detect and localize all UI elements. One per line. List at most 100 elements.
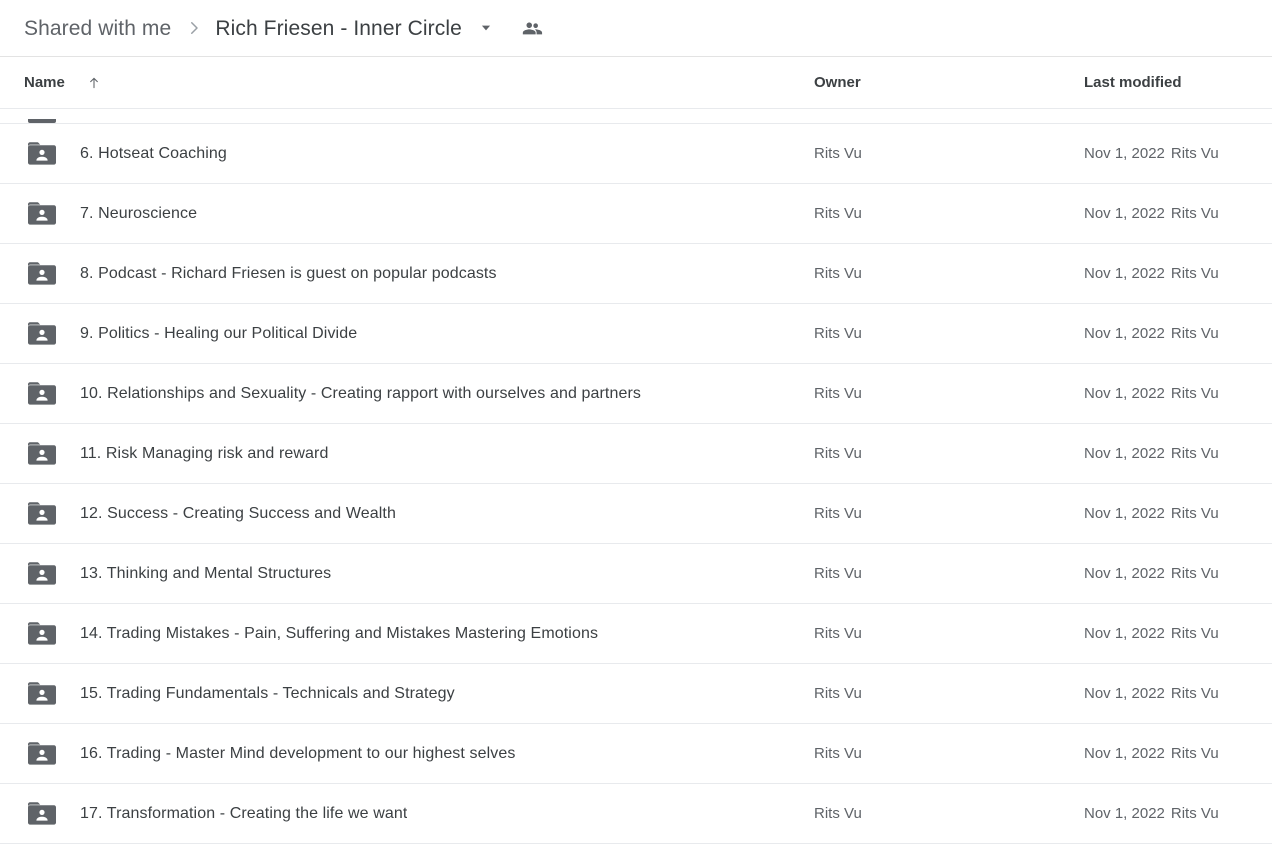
file-name-cell: 16. Trading - Master Mind development to… [24,742,814,765]
breadcrumb: Shared with me Rich Friesen - Inner Circ… [0,0,1272,57]
file-name-label: 7. Neuroscience [80,204,198,222]
file-name-cell: 17. Transformation - Creating the life w… [24,802,814,825]
column-header-name[interactable]: Name [24,74,814,92]
column-header-name-label: Name [24,74,65,91]
shared-folder-icon [28,742,56,765]
shared-folder-icon [28,382,56,405]
file-owner: Rits Vu [814,745,862,762]
file-modified-by: Rits Vu [1170,505,1219,522]
file-modified-by: Rits Vu [1170,205,1219,222]
breadcrumb-current-folder[interactable]: Rich Friesen - Inner Circle [215,18,462,39]
shared-folder-icon [28,502,56,525]
file-name-cell: 12. Success - Creating Success and Wealt… [24,502,814,525]
file-name-label: 9. Politics - Healing our Political Divi… [80,324,358,342]
table-row[interactable]: 9. Politics - Healing our Political Divi… [0,304,1272,364]
table-row[interactable]: 16. Trading - Master Mind development to… [0,724,1272,784]
chevron-down-icon[interactable] [476,18,496,38]
file-modified-by: Rits Vu [1170,685,1219,702]
file-modified-date: Nov 1, 2022 [1084,745,1165,762]
file-modified-date: Nov 1, 2022 [1084,805,1165,822]
file-owner: Rits Vu [814,565,862,582]
file-name-label: 10. Relationships and Sexuality - Creati… [80,384,641,402]
file-name-label: 11. Risk Managing risk and reward [80,444,329,462]
table-row[interactable]: 12. Success - Creating Success and Wealt… [0,484,1272,544]
file-last-modified: Nov 1, 2022 Rits Vu [1084,445,1248,462]
file-last-modified: Nov 1, 2022 Rits Vu [1084,385,1248,402]
file-last-modified: Nov 1, 2022 Rits Vu [1084,325,1248,342]
file-name-cell: 10. Relationships and Sexuality - Creati… [24,382,814,405]
file-modified-date: Nov 1, 2022 [1084,205,1165,222]
file-modified-by: Rits Vu [1170,145,1219,162]
file-modified-by: Rits Vu [1170,625,1219,642]
file-last-modified: Nov 1, 2022 Rits Vu [1084,565,1248,582]
table-row[interactable]: 13. Thinking and Mental Structures Rits … [0,544,1272,604]
shared-folder-icon [28,262,56,285]
file-modified-date: Nov 1, 2022 [1084,505,1165,522]
file-owner: Rits Vu [814,445,862,462]
breadcrumb-parent-link[interactable]: Shared with me [24,18,171,39]
file-name-label: 8. Podcast - Richard Friesen is guest on… [80,264,497,282]
file-owner: Rits Vu [814,685,862,702]
file-rows-container: 6. Hotseat Coaching Rits Vu Nov 1, 2022 R… [0,124,1272,844]
file-name-cell: 7. Neuroscience [24,202,814,225]
file-modified-by: Rits Vu [1170,745,1219,762]
drive-file-browser: Shared with me Rich Friesen - Inner Circ… [0,0,1272,853]
table-row[interactable]: 14. Trading Mistakes - Pain, Suffering a… [0,604,1272,664]
file-name-cell: 8. Podcast - Richard Friesen is guest on… [24,262,814,285]
file-modified-by: Rits Vu [1170,325,1219,342]
file-name-cell: 15. Trading Fundamentals - Technicals an… [24,682,814,705]
column-header-owner[interactable]: Owner [814,74,1084,91]
file-modified-by: Rits Vu [1170,805,1219,822]
file-name-label: 13. Thinking and Mental Structures [80,564,332,582]
file-last-modified: Nov 1, 2022 Rits Vu [1084,265,1248,282]
file-modified-by: Rits Vu [1170,385,1219,402]
file-modified-by: Rits Vu [1170,565,1219,582]
arrow-up-icon[interactable] [85,74,103,92]
file-name-label: 12. Success - Creating Success and Wealt… [80,504,396,522]
file-owner: Rits Vu [814,385,862,402]
file-name-label: 14. Trading Mistakes - Pain, Suffering a… [80,624,599,642]
file-name-label: 17. Transformation - Creating the life w… [80,804,408,822]
table-row[interactable]: 7. Neuroscience Rits Vu Nov 1, 2022 Rits … [0,184,1272,244]
shared-folder-icon [28,202,56,225]
shared-folder-icon [28,119,56,123]
file-owner: Rits Vu [814,145,862,162]
file-last-modified: Nov 1, 2022 Rits Vu [1084,205,1248,222]
file-modified-date: Nov 1, 2022 [1084,685,1165,702]
file-owner: Rits Vu [814,805,862,822]
shared-folder-icon [28,682,56,705]
table-row[interactable]: 6. Hotseat Coaching Rits Vu Nov 1, 2022 R… [0,124,1272,184]
file-name-label: 15. Trading Fundamentals - Technicals an… [80,684,455,702]
file-name-cell: 6. Hotseat Coaching [24,142,814,165]
file-modified-date: Nov 1, 2022 [1084,445,1165,462]
file-modified-date: Nov 1, 2022 [1084,625,1165,642]
file-modified-date: Nov 1, 2022 [1084,325,1165,342]
partial-row-above[interactable] [0,109,1272,124]
chevron-right-icon [185,19,203,37]
table-row[interactable]: 11. Risk Managing risk and reward Rits V… [0,424,1272,484]
table-row[interactable]: 17. Transformation - Creating the life w… [0,784,1272,844]
file-name-cell: 11. Risk Managing risk and reward [24,442,814,465]
file-modified-date: Nov 1, 2022 [1084,265,1165,282]
file-name-cell: 14. Trading Mistakes - Pain, Suffering a… [24,622,814,645]
file-modified-date: Nov 1, 2022 [1084,385,1165,402]
people-shared-icon[interactable] [520,16,544,40]
file-name-label: 6. Hotseat Coaching [80,144,227,162]
column-header-last-modified[interactable]: Last modified [1084,74,1248,91]
table-row[interactable]: 10. Relationships and Sexuality - Creati… [0,364,1272,424]
file-name-label: 16. Trading - Master Mind development to… [80,744,516,762]
file-last-modified: Nov 1, 2022 Rits Vu [1084,745,1248,762]
table-row[interactable]: 8. Podcast - Richard Friesen is guest on… [0,244,1272,304]
shared-folder-icon [28,622,56,645]
file-owner: Rits Vu [814,205,862,222]
shared-folder-icon [28,142,56,165]
table-row[interactable]: 15. Trading Fundamentals - Technicals an… [0,664,1272,724]
file-modified-by: Rits Vu [1170,265,1219,282]
file-last-modified: Nov 1, 2022 Rits Vu [1084,805,1248,822]
file-name-cell: 9. Politics - Healing our Political Divi… [24,322,814,345]
file-owner: Rits Vu [814,625,862,642]
file-list: 6. Hotseat Coaching Rits Vu Nov 1, 2022 R… [0,109,1272,844]
file-last-modified: Nov 1, 2022 Rits Vu [1084,145,1248,162]
file-modified-by: Rits Vu [1170,445,1219,462]
file-last-modified: Nov 1, 2022 Rits Vu [1084,505,1248,522]
